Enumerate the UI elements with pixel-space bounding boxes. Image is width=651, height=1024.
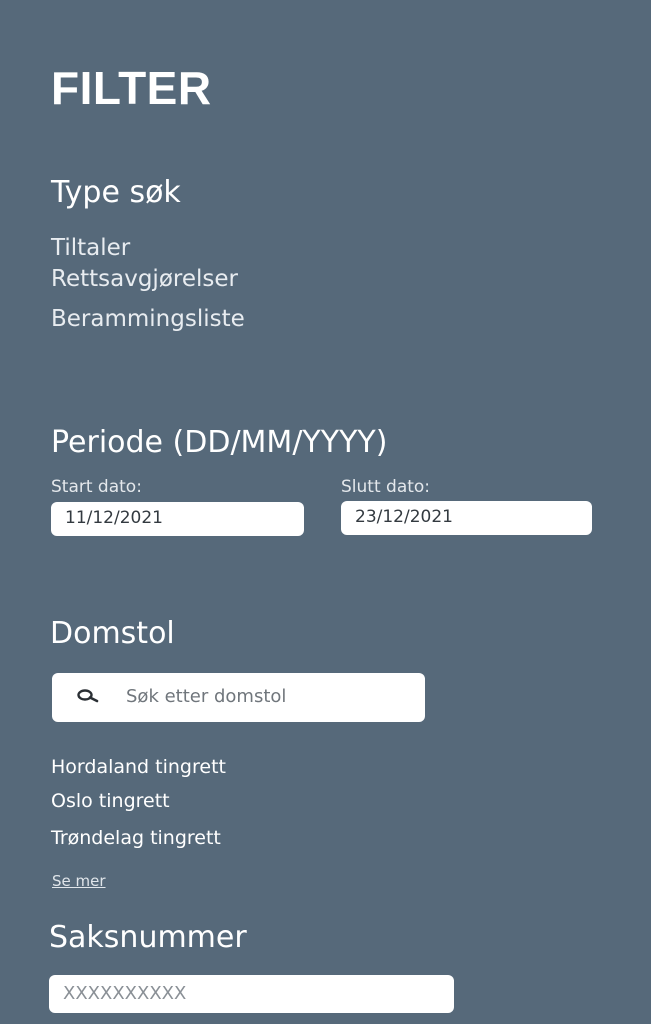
start-date-input[interactable]: 11/12/2021 [51, 502, 304, 536]
case-number-input[interactable]: XXXXXXXXXX [49, 975, 454, 1013]
case-number-heading: Saksnummer [49, 920, 247, 955]
type-option-berammingsliste[interactable]: Berammingsliste [51, 305, 245, 333]
start-date-label: Start dato: [51, 477, 142, 497]
court-item-hordaland[interactable]: Hordaland tingrett [51, 755, 226, 779]
court-search-placeholder: Søk etter domstol [126, 686, 287, 707]
type-search-heading: Type søk [51, 175, 181, 210]
page-title: FILTER [51, 62, 212, 114]
end-date-input[interactable]: 23/12/2021 [341, 501, 592, 535]
type-option-rettsavgjorelser[interactable]: Rettsavgjørelser [51, 265, 238, 293]
see-more-link[interactable]: Se mer [52, 872, 106, 890]
court-search-input[interactable]: Søk etter domstol [52, 673, 425, 722]
period-heading: Periode (DD/MM/YYYY) [51, 425, 388, 460]
end-date-label: Slutt dato: [341, 477, 431, 497]
court-heading: Domstol [50, 616, 175, 651]
search-icon [76, 687, 102, 707]
court-item-trondelag[interactable]: Trøndelag tingrett [51, 826, 221, 850]
court-item-oslo[interactable]: Oslo tingrett [51, 789, 170, 813]
type-option-tiltaler[interactable]: Tiltaler [51, 234, 130, 262]
